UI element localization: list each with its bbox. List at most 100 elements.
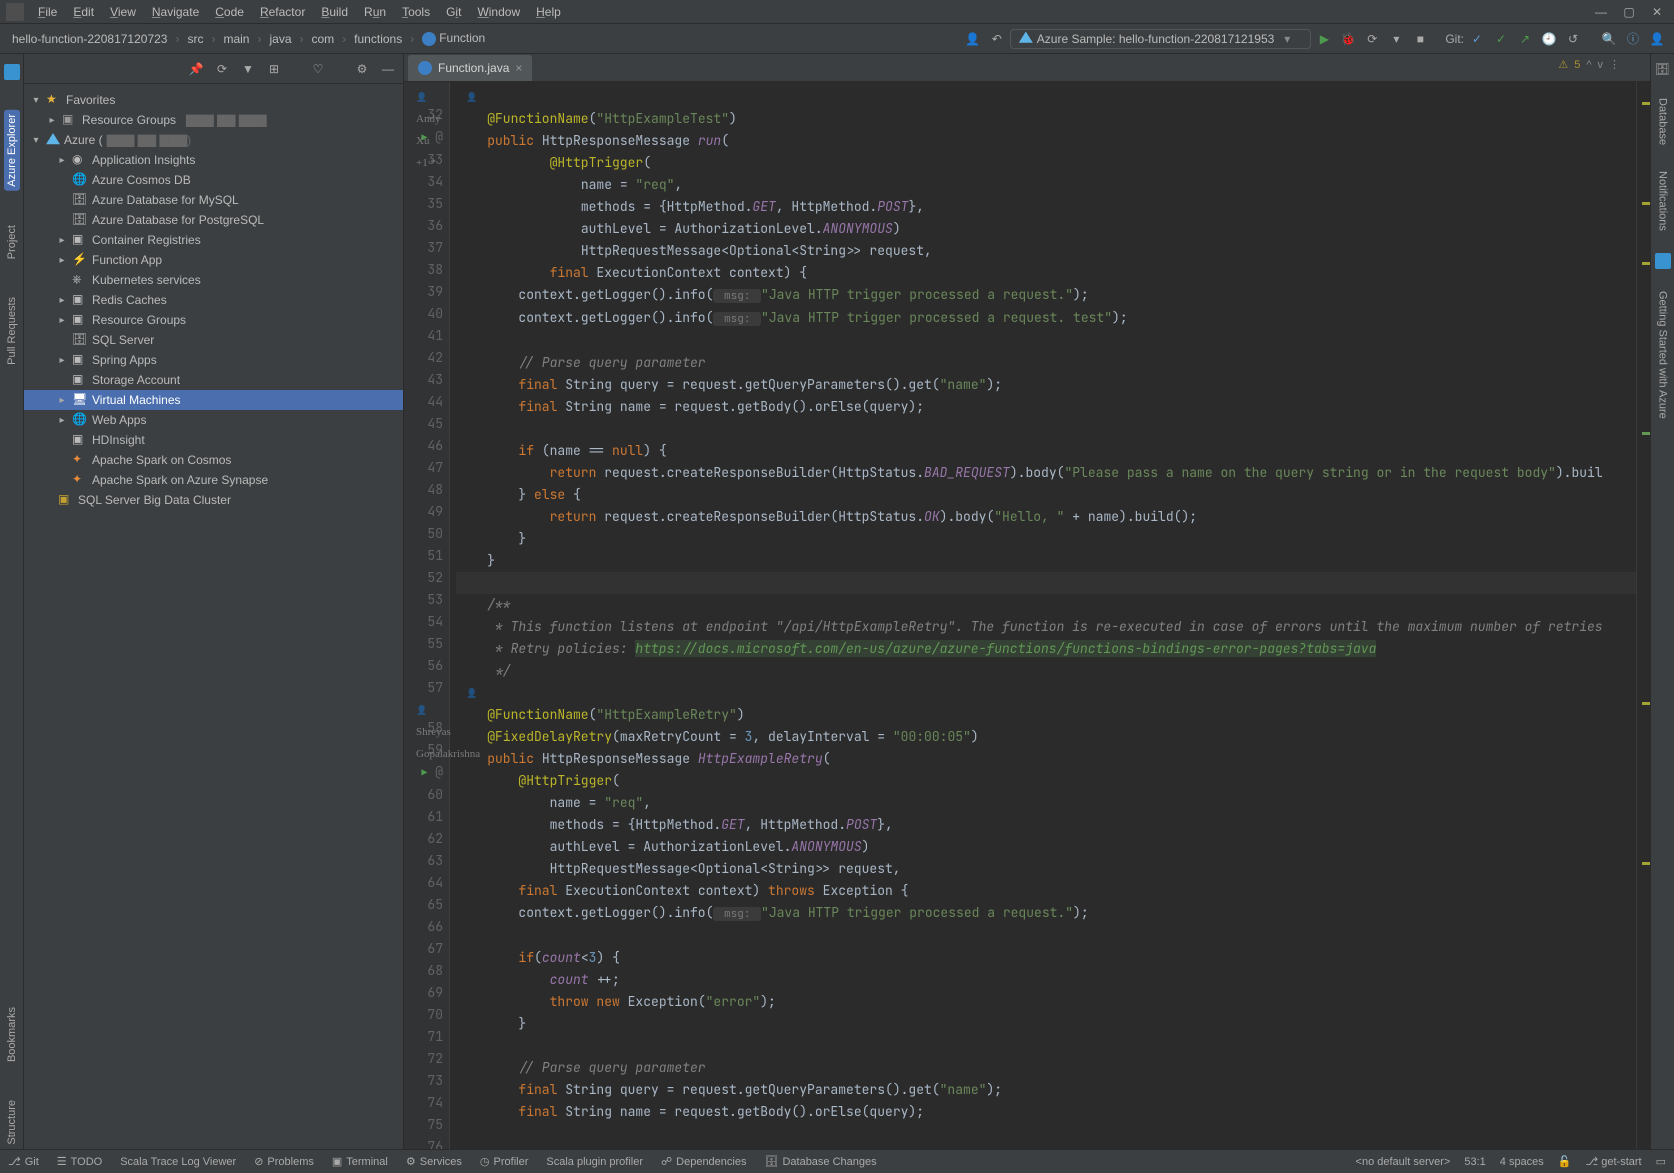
sb-problems[interactable]: ⊘ Problems: [254, 1155, 314, 1168]
editor-tab[interactable]: Function.java ×: [408, 55, 532, 81]
minimize-icon[interactable]: —: [1594, 5, 1608, 19]
node-cr[interactable]: Container Registries: [92, 233, 201, 247]
menu-code[interactable]: Code: [207, 3, 252, 21]
back-icon[interactable]: ↶: [986, 28, 1008, 50]
node-spark2[interactable]: Apache Spark on Azure Synapse: [92, 473, 268, 487]
menu-git[interactable]: Git: [438, 3, 469, 21]
sign-in-icon[interactable]: 👤: [962, 28, 984, 50]
node-spark1[interactable]: Apache Spark on Cosmos: [92, 453, 231, 467]
avatar-icon[interactable]: 👤: [1646, 28, 1668, 50]
node-cosmos[interactable]: Azure Cosmos DB: [92, 173, 191, 187]
search-icon[interactable]: 🔍: [1598, 28, 1620, 50]
pin-icon[interactable]: 📌: [187, 62, 205, 76]
node-fav-rg[interactable]: Resource Groups: [82, 113, 176, 127]
node-favorites[interactable]: Favorites: [66, 93, 115, 107]
project-tab[interactable]: Project: [4, 221, 20, 263]
crumb-project[interactable]: hello-function-220817120723: [6, 30, 173, 48]
node-vm[interactable]: Virtual Machines: [92, 393, 181, 407]
node-redis[interactable]: Redis Caches: [92, 293, 167, 307]
node-bigdata[interactable]: SQL Server Big Data Cluster: [78, 493, 231, 507]
database-tab[interactable]: Database: [1655, 94, 1671, 149]
node-spring[interactable]: Spring Apps: [92, 353, 157, 367]
crumb-functions[interactable]: functions: [348, 30, 408, 48]
crumb-main[interactable]: main: [217, 30, 255, 48]
git-rollback-icon[interactable]: ↺: [1562, 28, 1584, 50]
menu-view[interactable]: View: [102, 3, 144, 21]
close-tab-icon[interactable]: ×: [515, 61, 522, 75]
notifications-tab[interactable]: Notifications: [1655, 167, 1671, 235]
sb-scala[interactable]: Scala Trace Log Viewer: [120, 1156, 236, 1168]
sb-todo[interactable]: ☰ TODO: [57, 1155, 102, 1168]
menu-help[interactable]: Help: [528, 3, 569, 21]
crumb-com[interactable]: com: [306, 30, 341, 48]
settings-icon[interactable]: ⓘ: [1622, 28, 1644, 50]
menu-window[interactable]: Window: [469, 3, 528, 21]
node-pg[interactable]: Azure Database for PostgreSQL: [92, 213, 264, 227]
node-ks[interactable]: Kubernetes services: [92, 273, 201, 287]
expand-icon[interactable]: ⊞: [265, 62, 283, 76]
sb-lock-icon[interactable]: 🔓: [1558, 1155, 1572, 1168]
pull-requests-tab[interactable]: Pull Requests: [4, 293, 20, 369]
node-fa[interactable]: Function App: [92, 253, 162, 267]
git-commit-icon[interactable]: ✓: [1490, 28, 1512, 50]
gear-icon[interactable]: ⚙: [353, 62, 371, 76]
azure-tree[interactable]: ▾★Favorites ▸▣Resource Groups ▇▇▇ ▇▇ ▇▇▇…: [24, 84, 403, 1149]
refresh-icon[interactable]: ⟳: [213, 62, 231, 76]
sb-branch[interactable]: ⎇ get-start: [1586, 1155, 1642, 1168]
sb-terminal[interactable]: ▣ Terminal: [332, 1155, 388, 1168]
crumb-src[interactable]: src: [181, 30, 209, 48]
git-update-icon[interactable]: ✓: [1466, 28, 1488, 50]
coverage-icon[interactable]: ⟳: [1361, 28, 1383, 50]
close-icon[interactable]: ✕: [1650, 5, 1664, 19]
more-run-icon[interactable]: ▾: [1385, 28, 1407, 50]
menu-tools[interactable]: Tools: [394, 3, 438, 21]
error-stripe[interactable]: [1636, 82, 1650, 1149]
run-gutter-icon-2[interactable]: ▶: [421, 766, 427, 779]
menu-refactor[interactable]: Refactor: [252, 3, 313, 21]
menu-navigate[interactable]: Navigate: [144, 3, 207, 21]
azure-explorer-tab[interactable]: Azure Explorer: [4, 110, 20, 191]
menu-run[interactable]: Run: [356, 3, 394, 21]
crumb-java[interactable]: java: [263, 30, 297, 48]
node-sql[interactable]: SQL Server: [92, 333, 154, 347]
azure-getting-started-icon[interactable]: [1655, 253, 1671, 269]
node-hdi[interactable]: HDInsight: [92, 433, 145, 447]
line-gutter[interactable]: Andy Xu +1 * 32▶ @ 333435363738394041424…: [404, 82, 450, 1149]
node-mysql[interactable]: Azure Database for MySQL: [92, 193, 239, 207]
run-config-select[interactable]: Azure Sample: hello-function-22081712195…: [1010, 29, 1312, 49]
node-insights[interactable]: Application Insights: [92, 153, 195, 167]
stop-icon[interactable]: ■: [1409, 28, 1431, 50]
node-wa[interactable]: Web Apps: [92, 413, 146, 427]
sb-server[interactable]: <no default server>: [1356, 1156, 1451, 1168]
menu-edit[interactable]: Edit: [65, 3, 102, 21]
code-area[interactable]: @FunctionName("HttpExampleTest") public …: [450, 82, 1636, 1149]
maximize-icon[interactable]: ▢: [1622, 5, 1636, 19]
node-azure[interactable]: Azure (: [64, 133, 103, 147]
fav-icon[interactable]: ♡: [309, 62, 327, 76]
crumb-class[interactable]: Function: [416, 29, 491, 48]
menu-build[interactable]: Build: [313, 3, 356, 21]
database-icon[interactable]: 🗄: [1655, 62, 1670, 76]
node-sa[interactable]: Storage Account: [92, 373, 180, 387]
node-rg[interactable]: Resource Groups: [92, 313, 186, 327]
sb-profiler[interactable]: ◷ Profiler: [480, 1155, 528, 1168]
getting-started-tab[interactable]: Getting Started with Azure: [1655, 287, 1671, 423]
debug-icon[interactable]: 🐞: [1337, 28, 1359, 50]
structure-tab[interactable]: Structure: [4, 1096, 20, 1149]
git-push-icon[interactable]: ↗: [1514, 28, 1536, 50]
bookmarks-tab[interactable]: Bookmarks: [4, 1003, 20, 1066]
sb-scalaprof[interactable]: Scala plugin profiler: [546, 1156, 643, 1168]
inspection-widget[interactable]: ⚠ 5 ^ v ⋮: [1558, 58, 1620, 71]
sb-indent[interactable]: 4 spaces: [1500, 1156, 1544, 1168]
sb-services[interactable]: ⚙ Services: [406, 1155, 462, 1168]
sb-git[interactable]: ⎇ Git: [8, 1155, 39, 1168]
run-icon[interactable]: ▶: [1313, 28, 1335, 50]
azure-explorer-icon[interactable]: [4, 64, 20, 80]
menu-file[interactable]: File: [30, 3, 65, 21]
sb-dbchanges[interactable]: 🗄 Database Changes: [764, 1155, 876, 1168]
sb-pos[interactable]: 53:1: [1464, 1156, 1485, 1168]
sb-deps[interactable]: ☍ Dependencies: [661, 1155, 746, 1168]
sb-mem-icon[interactable]: ▭: [1656, 1155, 1666, 1168]
hide-icon[interactable]: —: [379, 62, 397, 76]
git-history-icon[interactable]: 🕘: [1538, 28, 1560, 50]
